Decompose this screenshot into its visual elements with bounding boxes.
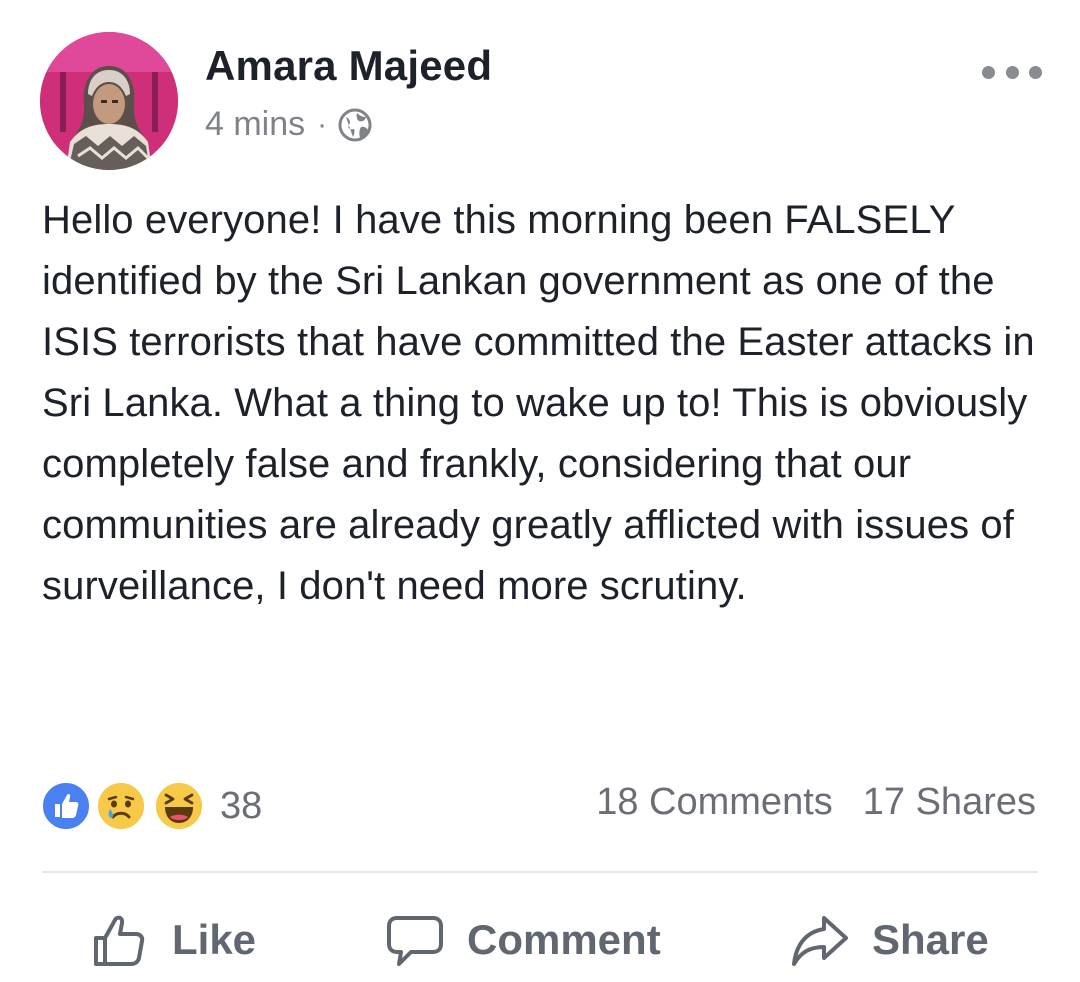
facebook-post: Amara Majeed 4 mins · Hello everyone! I … — [0, 0, 1080, 982]
more-dot — [1005, 65, 1019, 79]
post-text: Hello everyone! I have this morning been… — [42, 198, 1035, 608]
sad-reaction-icon — [95, 780, 147, 832]
like-button[interactable]: Like — [90, 905, 256, 975]
haha-reaction-icon — [153, 780, 205, 832]
like-label: Like — [172, 916, 257, 963]
divider — [42, 871, 1038, 873]
post-stats: 18 Comments 17 Shares — [596, 781, 1036, 824]
shares-count[interactable]: 17 Shares — [863, 781, 1036, 824]
post-time[interactable]: 4 mins — [205, 105, 305, 144]
thumbs-up-icon — [94, 915, 145, 966]
comment-button[interactable]: Comment — [385, 905, 661, 975]
share-button[interactable]: Share — [790, 905, 989, 975]
avatar[interactable] — [40, 32, 178, 170]
more-options-icon[interactable] — [982, 60, 1042, 84]
meta-separator: · — [317, 107, 328, 141]
like-reaction-icon — [40, 780, 92, 832]
share-icon — [792, 916, 848, 966]
author-name[interactable]: Amara Majeed — [205, 42, 492, 90]
comment-icon — [387, 916, 443, 966]
action-bar: Like Comment Share — [0, 905, 1080, 975]
avatar-photo — [40, 32, 178, 170]
more-dot — [1029, 65, 1042, 79]
more-dot — [982, 65, 995, 79]
post-meta: 4 mins · — [205, 105, 373, 144]
reaction-count: 38 — [220, 784, 263, 827]
reactions-summary[interactable]: 38 — [40, 780, 262, 832]
globe-icon[interactable] — [337, 107, 373, 143]
share-label: Share — [872, 916, 989, 963]
comment-label: Comment — [467, 916, 661, 963]
reaction-icons — [40, 780, 208, 832]
comments-count[interactable]: 18 Comments — [596, 781, 833, 824]
